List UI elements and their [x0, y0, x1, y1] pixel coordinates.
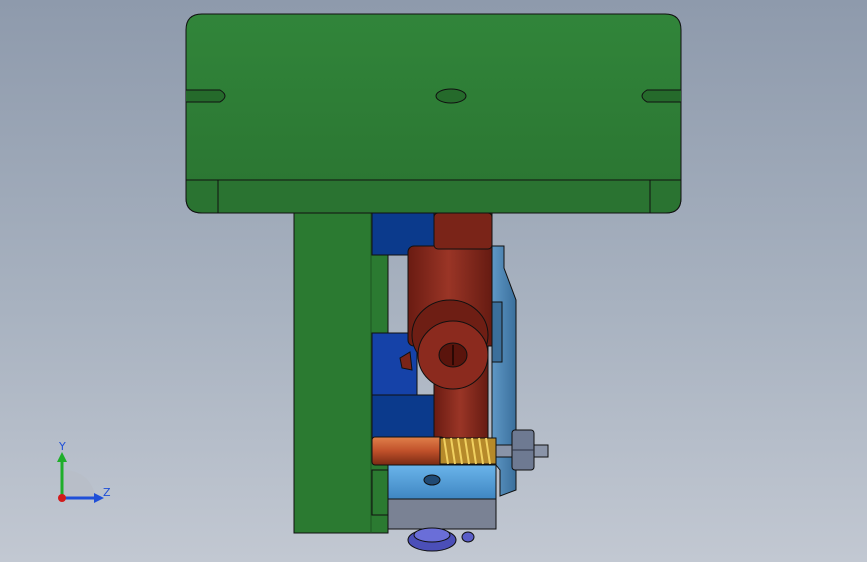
screw-tip [461, 531, 475, 543]
lower-navy-block[interactable] [371, 394, 435, 441]
y-axis-arrowhead-icon [57, 452, 67, 462]
bottom-block-base[interactable] [387, 498, 497, 530]
orange-rod[interactable] [371, 436, 445, 466]
cad-viewport[interactable] [0, 0, 867, 562]
compression-spring[interactable] [439, 437, 497, 465]
blue-bottom-block[interactable] [387, 464, 497, 500]
green-strip[interactable] [371, 469, 389, 516]
maroon-top-collar[interactable] [433, 212, 493, 250]
x-axis-dot-icon [58, 494, 66, 502]
triad-shadow-icon [62, 470, 96, 498]
left-mounting-slot [186, 89, 226, 103]
center-mounting-hole [435, 88, 467, 104]
y-axis-label: Y [58, 440, 66, 453]
right-mounting-slot [641, 89, 681, 103]
coordinate-triad: Y Z [57, 440, 111, 503]
top-green-plate[interactable] [185, 13, 682, 214]
bottom-block-hole [423, 474, 441, 486]
z-axis-label: Z [103, 486, 111, 499]
purple-screw-top [413, 527, 451, 543]
bracket-slot [491, 301, 503, 363]
